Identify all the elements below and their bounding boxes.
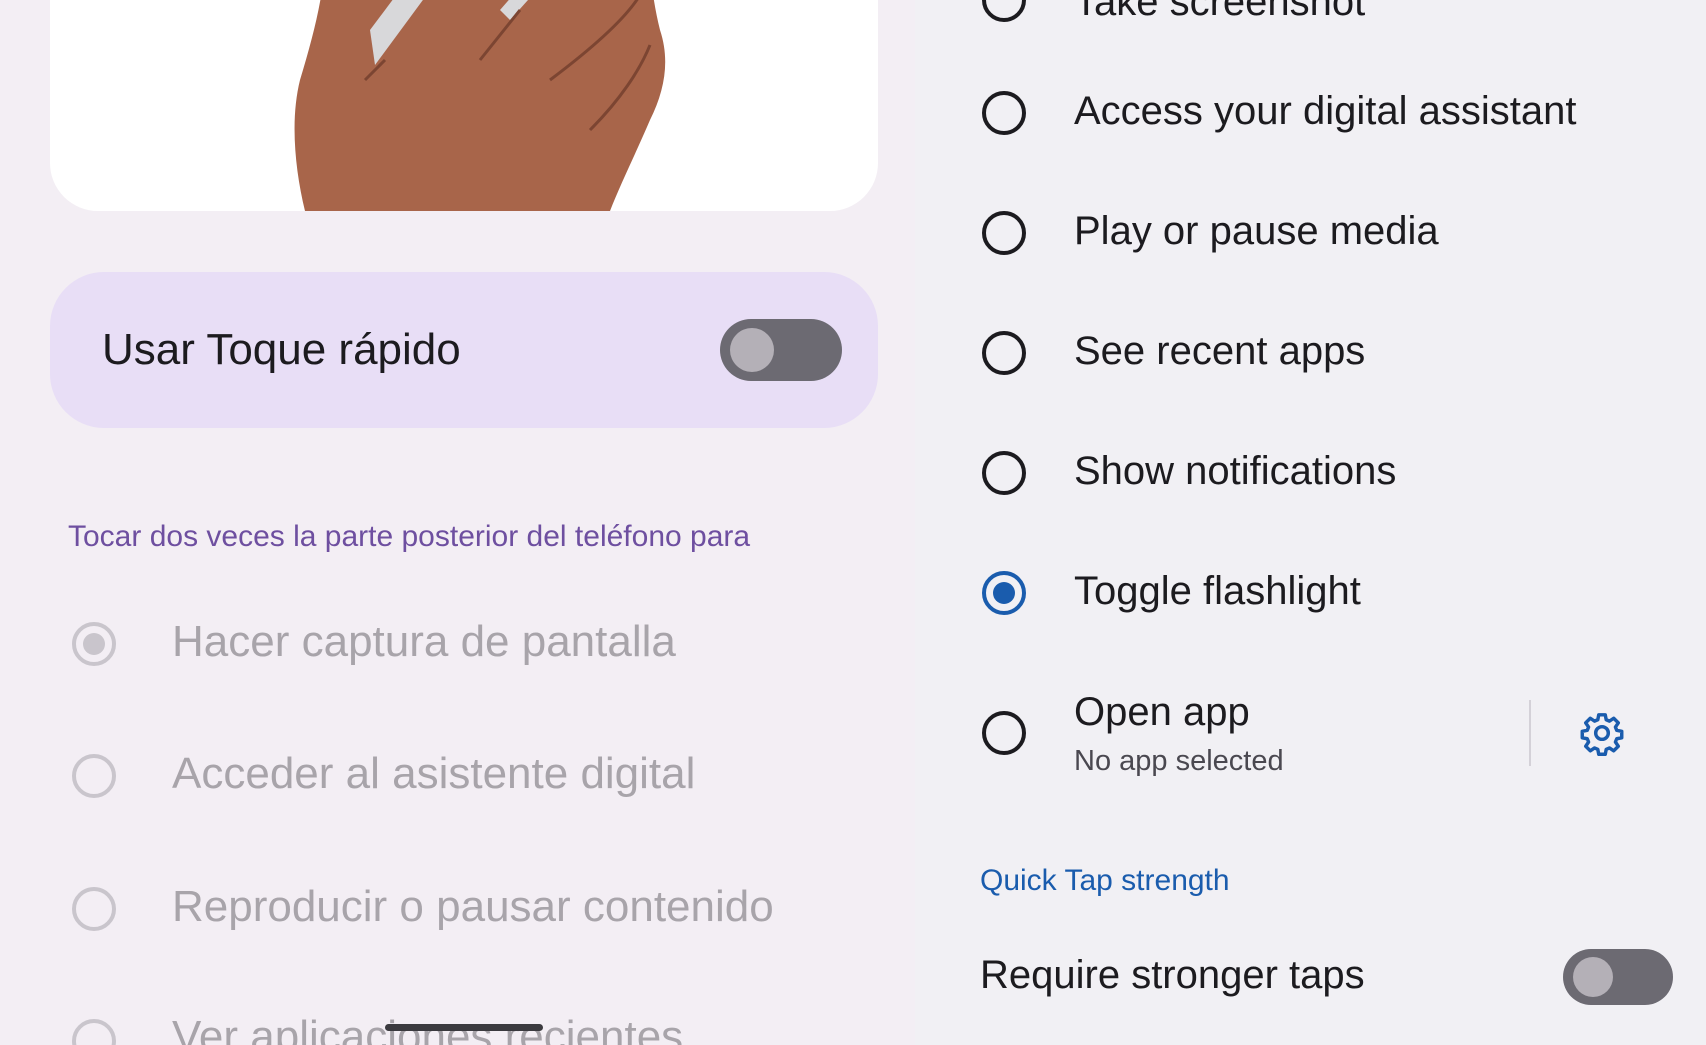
option-label: Hacer captura de pantalla — [172, 617, 676, 666]
stronger-taps-switch[interactable] — [1563, 949, 1673, 1005]
quick-tap-strength-header: Quick Tap strength — [980, 864, 1230, 897]
quick-tap-toggle-card[interactable]: Usar Toque rápido — [50, 272, 878, 428]
option-label: Acceder al asistente digital — [172, 749, 696, 798]
quick-tap-toggle-label: Usar Toque rápido — [102, 325, 461, 374]
option-label: Play or pause media — [1074, 209, 1439, 253]
radio-button[interactable] — [982, 211, 1026, 255]
radio-button[interactable] — [72, 754, 116, 798]
radio-button[interactable] — [72, 622, 116, 666]
gear-icon[interactable] — [1579, 710, 1625, 756]
illustration-card — [50, 0, 878, 211]
switch-knob — [730, 328, 774, 372]
option-label: See recent apps — [1074, 329, 1366, 373]
radio-button[interactable] — [982, 711, 1026, 755]
stronger-taps-label: Require stronger taps — [980, 953, 1365, 997]
double-tap-section-header: Tocar dos veces la parte posterior del t… — [68, 520, 751, 553]
option-sublabel: No app selected — [1074, 745, 1284, 777]
radio-button[interactable] — [982, 0, 1026, 22]
right-settings-panel: Take screenshot Access your digital assi… — [915, 0, 1706, 1045]
vertical-divider — [1529, 700, 1531, 766]
switch-knob — [1573, 957, 1613, 997]
radio-button[interactable] — [982, 451, 1026, 495]
radio-button[interactable] — [72, 1019, 116, 1045]
hand-illustration — [294, 0, 666, 211]
option-label: Reproducir o pausar contenido — [172, 882, 774, 931]
option-label: Show notifications — [1074, 449, 1397, 493]
option-label: Open app — [1074, 690, 1250, 734]
quick-tap-switch[interactable] — [720, 319, 842, 381]
radio-button[interactable] — [982, 91, 1026, 135]
radio-button[interactable] — [72, 887, 116, 931]
left-settings-panel: Usar Toque rápido Tocar dos veces la par… — [0, 0, 915, 1045]
navigation-handle[interactable] — [385, 1024, 543, 1031]
radio-button[interactable] — [982, 331, 1026, 375]
option-label: Take screenshot — [1074, 0, 1366, 24]
option-label: Toggle flashlight — [1074, 569, 1361, 613]
option-label: Access your digital assistant — [1074, 89, 1577, 133]
radio-button[interactable] — [982, 571, 1026, 615]
